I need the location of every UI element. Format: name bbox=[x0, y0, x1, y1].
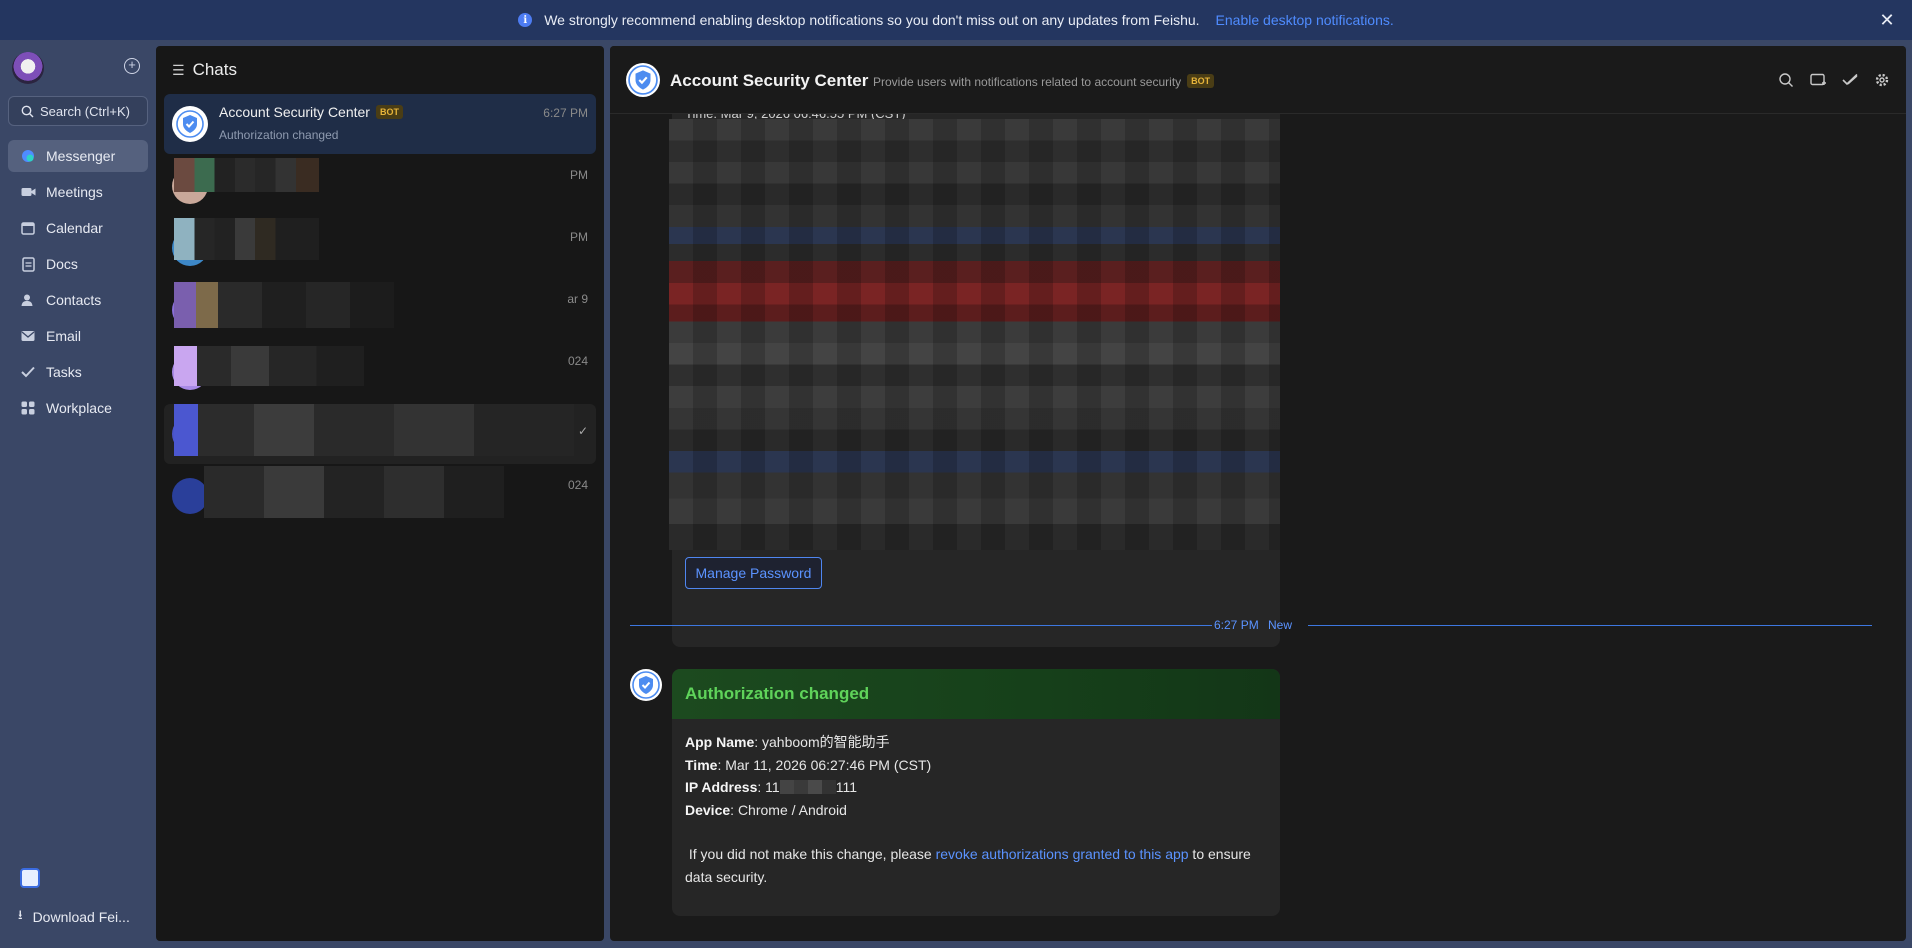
new-divider-right bbox=[1308, 625, 1872, 626]
notification-banner: i We strongly recommend enabling desktop… bbox=[0, 0, 1912, 40]
nav-label: Calendar bbox=[46, 220, 103, 236]
conversation-description: Provide users with notifications related… bbox=[873, 74, 1215, 89]
nav-label: Email bbox=[46, 328, 82, 344]
manage-password-button[interactable]: Manage Password bbox=[685, 557, 822, 589]
search-icon bbox=[21, 105, 34, 117]
bot-badge: BOT bbox=[1187, 74, 1215, 88]
authorization-card: Authorization changed App Name: yahboom的… bbox=[672, 669, 1280, 916]
create-icon[interactable]: + bbox=[124, 58, 140, 74]
nav-item-workplace[interactable]: Workplace bbox=[8, 392, 148, 424]
bot-badge: BOT bbox=[375, 105, 403, 119]
docs-icon bbox=[20, 256, 36, 272]
ip-row: IP Address: 11 111 bbox=[685, 779, 857, 795]
nav-item-docs[interactable]: Docs bbox=[8, 248, 148, 280]
chat-time: PM bbox=[570, 230, 588, 244]
header-toolbar bbox=[1764, 70, 1892, 90]
device-row: Device: Chrome / Android bbox=[685, 801, 847, 818]
redacted-block bbox=[174, 158, 319, 192]
email-icon bbox=[20, 328, 36, 344]
nav-label: Workplace bbox=[46, 400, 112, 416]
ip-redaction bbox=[779, 780, 836, 794]
main-nav: Messenger Meetings Calendar Docs Contact… bbox=[8, 140, 148, 428]
user-avatar[interactable] bbox=[12, 52, 44, 84]
check-icon bbox=[20, 364, 36, 380]
card-title: Authorization changed bbox=[672, 669, 1280, 719]
search-placeholder: Search (Ctrl+K) bbox=[40, 103, 130, 119]
task-check-icon[interactable] bbox=[1840, 70, 1860, 90]
chat-time: PM bbox=[570, 168, 588, 182]
chat-item-redacted[interactable]: ✓ bbox=[164, 404, 596, 464]
app-name-row: App Name: yahboom的智能助手 bbox=[685, 734, 890, 750]
messenger-icon bbox=[20, 148, 36, 164]
redacted-block bbox=[174, 346, 364, 386]
nav-label: Contacts bbox=[46, 292, 102, 308]
chat-time: ar 9 bbox=[567, 292, 588, 306]
redacted-block bbox=[174, 218, 319, 260]
redacted-block bbox=[174, 282, 394, 328]
read-check-icon: ✓ bbox=[577, 424, 588, 438]
chat-item-redacted[interactable]: PM bbox=[164, 156, 596, 216]
nav-item-email[interactable]: Email bbox=[8, 320, 148, 352]
nav-item-tasks[interactable]: Tasks bbox=[8, 356, 148, 388]
new-divider-left bbox=[630, 625, 1212, 626]
time-row: Time: Mar 11, 2026 06:27:46 PM (CST) bbox=[685, 756, 932, 773]
conversation-panel: Account Security Center Provide users wi… bbox=[610, 46, 1906, 941]
contacts-icon bbox=[20, 292, 36, 308]
nav-label: Docs bbox=[46, 256, 78, 272]
chat-list-title: Chats bbox=[192, 60, 237, 79]
search-input[interactable]: Search (Ctrl+K) bbox=[8, 96, 148, 126]
enable-notifications-link[interactable]: Enable desktop notifications. bbox=[1216, 12, 1394, 28]
chat-item-redacted[interactable]: PM bbox=[164, 218, 596, 278]
chat-preview: Authorization changed bbox=[219, 128, 339, 142]
card-body: App Name: yahboom的智能助手 Time: Mar 11, 202… bbox=[672, 719, 1280, 900]
nav-label: Messenger bbox=[46, 148, 116, 164]
redacted-block bbox=[174, 404, 574, 456]
grid-icon bbox=[20, 400, 36, 416]
nav-item-messenger[interactable]: Messenger bbox=[8, 140, 148, 172]
chat-time: 024 bbox=[567, 354, 588, 368]
close-icon[interactable]: ✕ bbox=[1878, 11, 1896, 29]
nav-label: Tasks bbox=[46, 364, 82, 380]
chat-list-panel: ☰ Chats Account Security Center BOT Autho… bbox=[156, 46, 604, 941]
chat-item-redacted[interactable]: ar 9 bbox=[164, 280, 596, 340]
info-icon: i bbox=[518, 13, 533, 27]
shield-avatar[interactable] bbox=[626, 63, 660, 97]
conversation-header: Account Security Center Provide users wi… bbox=[610, 46, 1906, 114]
download-label: Download Fei... bbox=[32, 909, 130, 925]
chat-item-redacted[interactable]: 024 bbox=[164, 342, 596, 402]
nav-item-meetings[interactable]: Meetings bbox=[8, 176, 148, 208]
security-note: If you did not make this change, please … bbox=[685, 846, 1251, 885]
conversation-title: Account Security Center bbox=[670, 71, 869, 90]
download-app-button[interactable]: ⭳ Download Fei... bbox=[18, 906, 130, 928]
redacted-image bbox=[669, 119, 1280, 550]
settings-gear-icon[interactable] bbox=[1872, 70, 1892, 90]
calendar-icon bbox=[20, 220, 36, 236]
search-chat-icon[interactable] bbox=[1776, 70, 1796, 90]
revoke-authorization-link[interactable]: revoke authorizations granted to this ap… bbox=[936, 846, 1189, 862]
nav-item-calendar[interactable]: Calendar bbox=[8, 212, 148, 244]
download-icon: ⭳ bbox=[18, 907, 23, 922]
chat-time: 024 bbox=[567, 478, 588, 492]
chat-name: Account Security Center BOT bbox=[219, 104, 403, 120]
left-rail: + Search (Ctrl+K) Messenger Meetings Cal… bbox=[0, 40, 156, 948]
app-shortcut-icon[interactable] bbox=[20, 868, 40, 888]
contact-avatar bbox=[172, 478, 208, 514]
banner-message: We strongly recommend enabling desktop n… bbox=[544, 12, 1200, 28]
divider-time: 6:27 PM bbox=[1214, 618, 1259, 632]
list-collapse-icon[interactable]: ☰ bbox=[172, 62, 185, 79]
add-chat-icon[interactable] bbox=[1808, 70, 1828, 90]
chat-time: 6:27 PM bbox=[543, 106, 588, 120]
divider-new-label: New bbox=[1268, 618, 1293, 632]
chat-list-header: ☰ Chats bbox=[172, 60, 237, 80]
chat-item-redacted[interactable]: 024 bbox=[164, 466, 596, 526]
sender-shield-avatar[interactable] bbox=[630, 669, 662, 701]
shield-avatar bbox=[172, 106, 208, 142]
nav-label: Meetings bbox=[46, 184, 103, 200]
chat-item-account-security[interactable]: Account Security Center BOT Authorization… bbox=[164, 94, 596, 154]
video-icon bbox=[20, 184, 36, 200]
nav-item-contacts[interactable]: Contacts bbox=[8, 284, 148, 316]
redacted-block bbox=[204, 466, 504, 518]
